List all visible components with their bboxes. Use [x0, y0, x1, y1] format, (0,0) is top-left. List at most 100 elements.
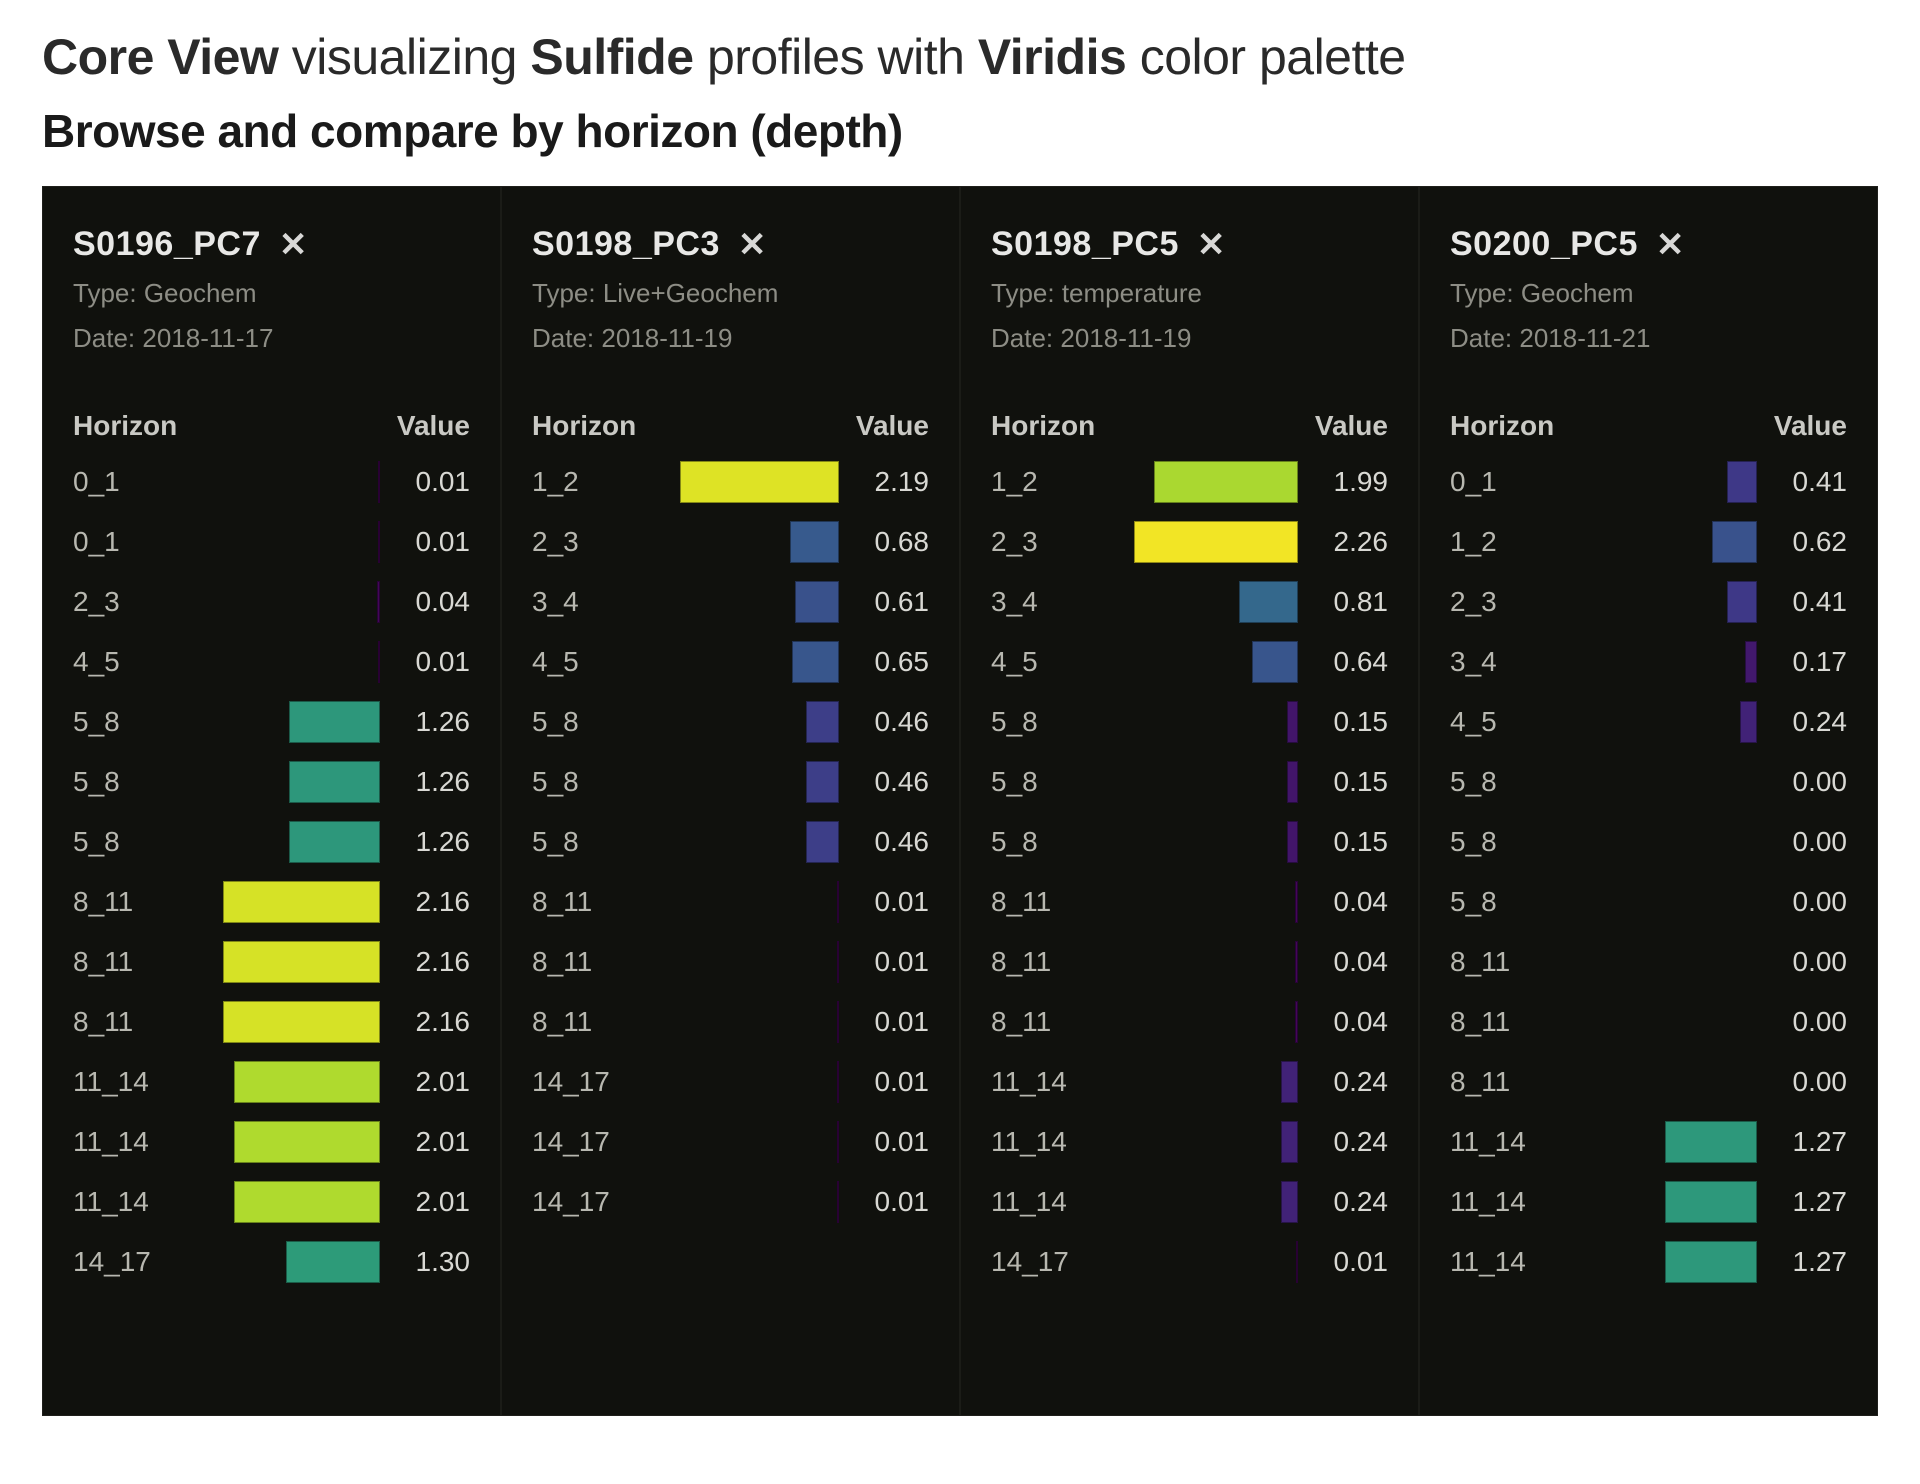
bar-cell	[1131, 461, 1298, 503]
bar-cell	[672, 1001, 839, 1043]
data-row: 11_142.01	[73, 1172, 470, 1232]
data-row: 5_80.15	[991, 692, 1388, 752]
horizon-label: 0_1	[73, 526, 213, 558]
value-label: 2.01	[380, 1186, 470, 1218]
data-row: 2_30.41	[1450, 572, 1847, 632]
value-bar	[289, 701, 380, 743]
value-label: 0.64	[1298, 646, 1388, 678]
value-label: 2.26	[1298, 526, 1388, 558]
bar-cell	[1131, 641, 1298, 683]
horizon-label: 5_8	[532, 706, 672, 738]
core-date: Date: 2018-11-17	[73, 323, 470, 354]
horizon-label: 5_8	[73, 766, 213, 798]
data-row: 8_110.01	[532, 872, 929, 932]
data-row: 5_80.46	[532, 812, 929, 872]
horizon-label: 11_14	[991, 1126, 1131, 1158]
bar-cell	[1131, 1061, 1298, 1103]
value-label: 1.99	[1298, 466, 1388, 498]
value-label: 0.41	[1757, 586, 1847, 618]
value-bar	[1296, 1241, 1298, 1283]
data-rows: 0_10.411_20.622_30.413_40.174_50.245_80.…	[1450, 452, 1847, 1292]
bar-cell	[213, 941, 380, 983]
col-header-value: Value	[380, 410, 470, 442]
value-label: 0.01	[380, 526, 470, 558]
bar-cell	[672, 581, 839, 623]
horizon-label: 5_8	[991, 766, 1131, 798]
col-header-spacer	[213, 410, 380, 442]
value-bar	[1154, 461, 1298, 503]
close-icon[interactable]: ✕	[738, 228, 767, 262]
data-row: 2_30.68	[532, 512, 929, 572]
bar-cell	[672, 1061, 839, 1103]
bar-cell	[1590, 521, 1757, 563]
title-parameter: Sulfide	[530, 29, 693, 85]
bar-cell	[213, 1001, 380, 1043]
value-label: 0.24	[1298, 1066, 1388, 1098]
bar-cell	[672, 641, 839, 683]
data-row: 8_110.00	[1450, 992, 1847, 1052]
value-bar	[223, 881, 380, 923]
bar-cell	[1590, 941, 1757, 983]
value-bar	[790, 521, 839, 563]
horizon-label: 14_17	[532, 1126, 672, 1158]
bar-cell	[1131, 941, 1298, 983]
title-main: Core View	[42, 29, 278, 85]
horizon-label: 8_11	[73, 886, 213, 918]
core-header: S0196_PC7✕	[73, 225, 470, 264]
value-bar	[234, 1181, 380, 1223]
horizon-label: 2_3	[991, 526, 1131, 558]
col-header-horizon: Horizon	[532, 410, 672, 442]
data-row: 4_50.65	[532, 632, 929, 692]
bar-cell	[1590, 461, 1757, 503]
core-column: S0200_PC5✕Type: GeochemDate: 2018-11-21H…	[1420, 187, 1877, 1415]
value-label: 0.04	[1298, 1006, 1388, 1038]
horizon-label: 4_5	[73, 646, 213, 678]
data-row: 5_80.00	[1450, 872, 1847, 932]
core-header: S0200_PC5✕	[1450, 225, 1847, 264]
value-label: 0.46	[839, 766, 929, 798]
data-row: 14_170.01	[532, 1052, 929, 1112]
data-row: 5_8 0.46	[532, 692, 929, 752]
horizon-label: 11_14	[1450, 1246, 1590, 1278]
close-icon[interactable]: ✕	[1656, 228, 1685, 262]
close-icon[interactable]: ✕	[279, 228, 308, 262]
bar-cell	[672, 521, 839, 563]
bar-cell	[1131, 701, 1298, 743]
core-id: S0198_PC5	[991, 225, 1179, 264]
value-bar	[1239, 581, 1298, 623]
value-bar	[234, 1121, 380, 1163]
horizon-label: 2_3	[73, 586, 213, 618]
value-label: 1.27	[1757, 1126, 1847, 1158]
value-label: 0.01	[839, 946, 929, 978]
value-bar	[1712, 521, 1757, 563]
bar-cell	[213, 1061, 380, 1103]
horizon-label: 2_3	[532, 526, 672, 558]
horizon-label: 5_8	[991, 706, 1131, 738]
core-header: S0198_PC3✕	[532, 225, 929, 264]
horizon-label: 5_8	[73, 706, 213, 738]
value-bar	[1252, 641, 1298, 683]
value-label: 0.15	[1298, 826, 1388, 858]
data-row: 8_110.00	[1450, 1052, 1847, 1112]
bar-cell	[1131, 821, 1298, 863]
col-header-value: Value	[1298, 410, 1388, 442]
value-label: 1.26	[380, 766, 470, 798]
data-row: 5_80.00	[1450, 752, 1847, 812]
value-label: 0.01	[380, 466, 470, 498]
bar-cell	[1590, 641, 1757, 683]
data-row: 8_110.01	[532, 992, 929, 1052]
value-label: 0.46	[839, 706, 929, 738]
value-label: 0.46	[839, 826, 929, 858]
value-bar	[1281, 1061, 1298, 1103]
data-row: 8_110.00	[1450, 932, 1847, 992]
col-header-horizon: Horizon	[991, 410, 1131, 442]
close-icon[interactable]: ✕	[1197, 228, 1226, 262]
value-label: 0.01	[839, 1126, 929, 1158]
data-row: 11_140.24	[991, 1172, 1388, 1232]
data-row: 8_11 2.16	[73, 872, 470, 932]
bar-cell	[213, 1241, 380, 1283]
value-label: 2.16	[380, 886, 470, 918]
value-label: 0.00	[1757, 1006, 1847, 1038]
data-row: 5_80.46	[532, 752, 929, 812]
horizon-label: 8_11	[73, 946, 213, 978]
